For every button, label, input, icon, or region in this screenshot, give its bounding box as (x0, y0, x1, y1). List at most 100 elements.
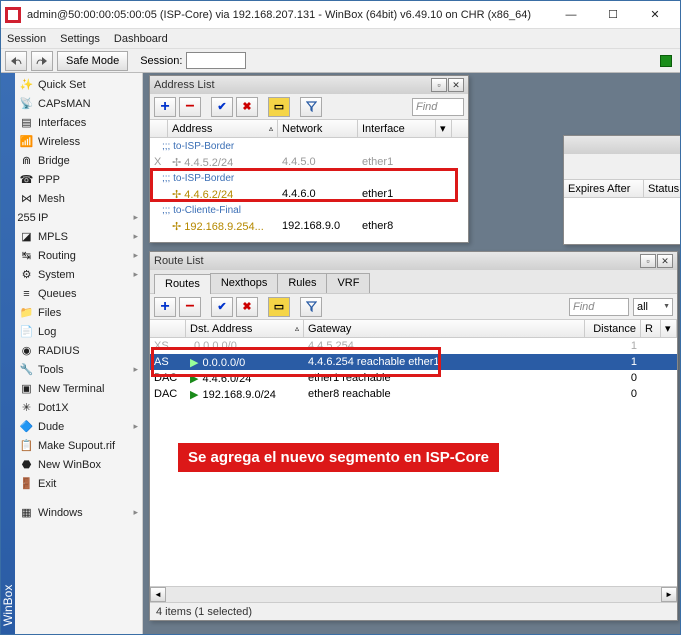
route-add-button[interactable]: + (154, 297, 176, 317)
sidebar-label: Queues (38, 288, 77, 300)
route-row[interactable]: DAC▶192.168.9.0/24ether8 reachable0 (150, 386, 677, 402)
sidebar-label: CAPsMAN (38, 98, 91, 110)
sidebar-item-quick-set[interactable]: ✨Quick Set (15, 75, 142, 94)
sidebar-item-ppp[interactable]: ☎PPP (15, 170, 142, 189)
background-window[interactable]: ▫✕ Find Expires After Status ▾ (563, 135, 680, 245)
sidebar-item-queues[interactable]: ≡Queues (15, 284, 142, 303)
route-restore-button[interactable]: ▫ (640, 254, 656, 268)
addr-row[interactable]: X✢ 4.4.5.2/244.4.5.0ether1 (150, 154, 468, 170)
addr-add-button[interactable]: + (154, 97, 176, 117)
route-col-dst[interactable]: Dst. Address▵ (186, 320, 304, 337)
exit-icon: 🚪 (19, 476, 34, 491)
menu-settings[interactable]: Settings (60, 33, 100, 45)
route-col-picker-icon[interactable]: ▾ (661, 320, 677, 337)
route-find-input[interactable]: Find (569, 298, 629, 316)
sidebar-item-windows[interactable]: ▦Windows▸ (15, 503, 142, 522)
sidebar-item-dude[interactable]: 🔷Dude▸ (15, 417, 142, 436)
sidebar-label: MPLS (38, 231, 68, 243)
sidebar-item-radius[interactable]: ◉RADIUS (15, 341, 142, 360)
menu-session[interactable]: Session (7, 33, 46, 45)
sidebar-item-make-supout-rif[interactable]: 📋 Make Supout.rif (15, 436, 142, 455)
supout-icon: 📋 (19, 438, 34, 453)
addr-comment-row[interactable]: ;;; to-ISP-Border (150, 170, 468, 186)
addr-row[interactable]: ✢ 4.4.6.2/244.4.6.0ether1 (150, 186, 468, 202)
route-col-gateway[interactable]: Gateway (304, 320, 585, 337)
route-filter-dropdown[interactable]: all (633, 298, 673, 316)
addr-filter-button[interactable] (300, 97, 322, 117)
addr-close-button[interactable]: ✕ (448, 78, 464, 92)
route-col-distance[interactable]: Distance (585, 320, 641, 337)
sidebar-item-wireless[interactable]: 📶Wireless (15, 132, 142, 151)
addr-col-picker-icon[interactable]: ▾ (436, 120, 452, 137)
sidebar-label: New Terminal (38, 383, 104, 395)
sidebar-item-system[interactable]: ⚙System▸ (15, 265, 142, 284)
sidebar-item-mesh[interactable]: ⋈Mesh (15, 189, 142, 208)
close-button[interactable]: ✕ (634, 3, 676, 27)
session-box[interactable] (186, 52, 246, 69)
tab-nexthops[interactable]: Nexthops (210, 273, 278, 293)
route-comment-button[interactable]: ▭ (268, 297, 290, 317)
sidebar-label: Make Supout.rif (38, 440, 115, 452)
bg-col-expires[interactable]: Expires After (564, 180, 644, 197)
route-enable-button[interactable]: ✔ (211, 297, 233, 317)
safe-mode-button[interactable]: Safe Mode (57, 51, 128, 71)
sidebar-label: Bridge (38, 155, 70, 167)
route-row[interactable]: AS▶0.0.0.0/04.4.6.254 reachable ether11 (150, 354, 677, 370)
redo-button[interactable] (31, 51, 53, 71)
address-list-window[interactable]: Address List ▫✕ + − ✔ ✖ ▭ Find (149, 75, 469, 243)
undo-button[interactable] (5, 51, 27, 71)
route-col-flag[interactable] (150, 320, 186, 337)
scroll-left-button[interactable]: ◄ (150, 587, 166, 602)
addr-col-address[interactable]: Address▵ (168, 120, 278, 137)
tab-vrf[interactable]: VRF (326, 273, 370, 293)
sidebar-item-new-terminal[interactable]: ▣New Terminal (15, 379, 142, 398)
route-close-button[interactable]: ✕ (657, 254, 673, 268)
addr-col-network[interactable]: Network (278, 120, 358, 137)
route-row[interactable]: XS0.0.0.0/04.4.5.2541 (150, 338, 677, 354)
route-filter-button[interactable] (300, 297, 322, 317)
addr-row[interactable]: ✢ 192.168.9.254...192.168.9.0ether8 (150, 218, 468, 234)
tab-routes[interactable]: Routes (154, 274, 211, 294)
sidebar-label: Windows (38, 507, 83, 519)
route-remove-button[interactable]: − (179, 297, 201, 317)
sidebar-item-capsman[interactable]: 📡CAPsMAN (15, 94, 142, 113)
bg-col-status[interactable]: Status (644, 180, 680, 197)
sidebar-item-bridge[interactable]: ⋒Bridge (15, 151, 142, 170)
win-icon: ▦ (19, 505, 34, 520)
sidebar-item-files[interactable]: 📁Files (15, 303, 142, 322)
scroll-right-button[interactable]: ► (661, 587, 677, 602)
scrollbar-track[interactable] (166, 587, 661, 602)
addr-disable-button[interactable]: ✖ (236, 97, 258, 117)
sidebar-item-exit[interactable]: 🚪Exit (15, 474, 142, 493)
addr-comment-row[interactable]: ;;; to-Cliente-Final (150, 202, 468, 218)
addr-comment-button[interactable]: ▭ (268, 97, 290, 117)
chevron-right-icon: ▸ (133, 269, 138, 280)
menu-dashboard[interactable]: Dashboard (114, 33, 168, 45)
route-disable-button[interactable]: ✖ (236, 297, 258, 317)
sidebar-item-new-winbox[interactable]: ⬣New WinBox (15, 455, 142, 474)
sidebar-item-interfaces[interactable]: ▤Interfaces (15, 113, 142, 132)
maximize-button[interactable]: ☐ (592, 3, 634, 27)
minimize-button[interactable]: — (550, 3, 592, 27)
route-row[interactable]: DAC▶4.4.6.0/24ether1 reachable0 (150, 370, 677, 386)
addr-find-input[interactable]: Find (412, 98, 464, 116)
sidebar-item-ip[interactable]: 255IP▸ (15, 208, 142, 227)
sidebar-item-tools[interactable]: 🔧Tools▸ (15, 360, 142, 379)
tab-rules[interactable]: Rules (277, 273, 327, 293)
addr-col-interface[interactable]: Interface (358, 120, 436, 137)
route-col-r[interactable]: R (641, 320, 661, 337)
sidebar-label: New WinBox (38, 459, 101, 471)
sidebar-item-mpls[interactable]: ◪MPLS▸ (15, 227, 142, 246)
addr-enable-button[interactable]: ✔ (211, 97, 233, 117)
addr-comment-row[interactable]: ;;; to-ISP-Border (150, 138, 468, 154)
addr-restore-button[interactable]: ▫ (431, 78, 447, 92)
main-window: admin@50:00:00:05:00:05 (ISP-Core) via 1… (0, 0, 681, 635)
sidebar-item-log[interactable]: 📄Log (15, 322, 142, 341)
addr-col-flag[interactable] (150, 120, 168, 137)
sidebar-item-routing[interactable]: ↹Routing▸ (15, 246, 142, 265)
sidebar-item-dot1x[interactable]: ✳Dot1X (15, 398, 142, 417)
route-list-window[interactable]: Route List ▫✕ Routes Nexthops Rules VRF … (149, 251, 678, 621)
chevron-right-icon: ▸ (133, 212, 138, 223)
sidebar-label: Mesh (38, 193, 65, 205)
addr-remove-button[interactable]: − (179, 97, 201, 117)
